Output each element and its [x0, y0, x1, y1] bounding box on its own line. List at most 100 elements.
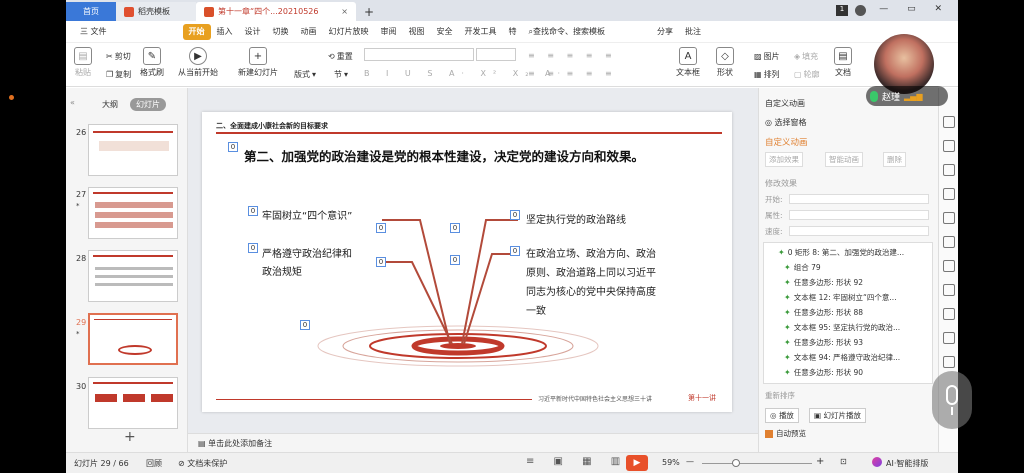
zoom-level[interactable]: 59%	[662, 458, 680, 467]
animation-item[interactable]: ✦ 任意多边形: 形状 90	[784, 367, 863, 378]
slide-thumb-27[interactable]	[88, 187, 178, 239]
smart-animation-button[interactable]: 智能动画	[825, 152, 863, 167]
window-controls[interactable]: — ▭ ✕	[879, 4, 950, 14]
cut-button[interactable]: ✂ 剪切	[106, 51, 131, 62]
point-four-consciousness[interactable]: 牢固树立“四个意识”	[262, 208, 352, 226]
zoom-in-icon[interactable]: +	[816, 456, 824, 467]
shape-tool-icon[interactable]	[943, 164, 955, 176]
tab-template[interactable]: 稻壳模板	[116, 2, 196, 21]
protect-status[interactable]: ⊘ 文档未保护	[178, 458, 227, 469]
paragraph-buttons[interactable]: ≡ ≡ ≡ ≡ ≡	[528, 51, 617, 60]
doc-assist-button[interactable]: ▤ 文档	[834, 47, 852, 78]
fill-button[interactable]: ◈ 填充	[794, 51, 818, 62]
menu-view[interactable]: 视图	[403, 24, 431, 40]
share-tool-icon[interactable]	[943, 308, 955, 320]
slide-thumb-29[interactable]	[88, 313, 178, 365]
zoom-handle[interactable]	[732, 459, 740, 467]
animation-item[interactable]: ✦ 任意多边形: 形状 88	[784, 307, 863, 318]
add-slide-button[interactable]: +	[124, 429, 136, 445]
tab-home[interactable]: 首页	[66, 2, 116, 21]
user-avatar-icon[interactable]	[855, 5, 866, 16]
tab-outline[interactable]: 大纲	[96, 98, 124, 111]
start-select[interactable]	[789, 194, 929, 204]
menu-special[interactable]: 特	[503, 24, 523, 40]
point-consistency-4[interactable]: 一致	[526, 303, 546, 321]
menu-design[interactable]: 设计	[239, 24, 267, 40]
doc-tool-icon[interactable]	[943, 260, 955, 272]
animation-item[interactable]: ✦ 组合 79	[784, 262, 821, 273]
autopreview-checkbox[interactable]: 自动预览	[765, 428, 806, 439]
table-tool-icon[interactable]	[943, 212, 955, 224]
align-buttons[interactable]: ≡ ≡ ≡ ≡ ≡	[528, 69, 617, 78]
animation-item[interactable]: ✦ 文本框 95: 坚定执行党的政治...	[784, 322, 900, 333]
slide-thumb-26[interactable]	[88, 124, 178, 176]
ai-layout-button[interactable]: AI·智能排版	[886, 458, 928, 469]
window-count-icon[interactable]: 1	[836, 5, 848, 16]
tab-slides[interactable]: 幻灯片	[130, 98, 166, 111]
animation-item[interactable]: ✦ 文本框 12: 牢固树立“四个意...	[784, 292, 897, 303]
animation-item[interactable]: ✦ 任意多边形: 形状 93	[784, 337, 863, 348]
select-pane-link[interactable]: ◎ 选择窗格	[765, 117, 807, 128]
slideshow-play-button[interactable]: ▶	[626, 455, 648, 471]
animation-item[interactable]: ✦ 文本框 94: 严格遵守政治纪律...	[784, 352, 900, 363]
speed-select[interactable]	[789, 226, 929, 236]
reset-button[interactable]: ⟲ 重置	[328, 51, 353, 62]
menu-transition[interactable]: 切换	[267, 24, 295, 40]
point-discipline-2[interactable]: 政治规矩	[262, 264, 302, 282]
point-consistency-1[interactable]: 在政治立场、政治方向、政治	[526, 246, 656, 264]
paste-button[interactable]: ▤ 粘贴	[74, 47, 92, 78]
property-select[interactable]	[789, 210, 929, 220]
layout-button[interactable]: 版式 ▾	[294, 69, 316, 80]
font-family-select[interactable]	[364, 48, 474, 61]
section-button[interactable]: 节 ▾	[334, 69, 348, 80]
textbox-button[interactable]: A 文本框	[676, 47, 700, 78]
slide-thumb-28[interactable]	[88, 250, 178, 302]
menu-home[interactable]: 开始	[182, 23, 211, 40]
arrange-button[interactable]: ▦ 排列	[754, 69, 780, 80]
outline-button[interactable]: ▢ 轮廓	[794, 69, 820, 80]
triangle-tool-icon[interactable]	[943, 188, 955, 200]
search-box[interactable]: ⌕ 查找命令、搜索模板	[523, 24, 611, 40]
menu-file[interactable]: 三 文件	[74, 24, 113, 40]
play-button[interactable]: ◎ 播放	[765, 408, 799, 423]
save-tool-icon[interactable]	[943, 284, 955, 296]
slide-canvas[interactable]: 二、全面建成小康社会新的目标要求 0 第二、加强党的政治建设是党的根本性建设，决…	[202, 112, 732, 412]
chart-tool-icon[interactable]	[943, 236, 955, 248]
mic-button[interactable]	[932, 371, 972, 429]
book-tool-icon[interactable]	[943, 332, 955, 344]
notes-pane[interactable]: ▤ 单击此处添加备注	[188, 433, 758, 452]
menu-insert[interactable]: 插入	[211, 24, 239, 40]
format-painter-button[interactable]: ✎ 格式刷	[140, 47, 164, 78]
new-tab-button[interactable]: +	[356, 2, 382, 21]
share-button[interactable]: 分享	[651, 24, 679, 40]
animation-item[interactable]: ✦ 0 矩形 8: 第二、加强党的政治建...	[778, 247, 904, 258]
new-slide-button[interactable]: + 新建幻灯片	[238, 47, 278, 78]
menu-security[interactable]: 安全	[431, 24, 459, 40]
copy-tool-icon[interactable]	[943, 140, 955, 152]
annotate-button[interactable]: 批注	[679, 24, 707, 40]
panel-tool-icon[interactable]	[943, 356, 955, 368]
animation-item[interactable]: ✦ 任意多边形: 形状 92	[784, 277, 863, 288]
delete-button[interactable]: 删除	[883, 152, 906, 167]
point-consistency-3[interactable]: 同志为核心的党中央保持高度	[526, 284, 656, 302]
point-discipline-1[interactable]: 严格遵守政治纪律和	[262, 246, 352, 264]
point-political-line[interactable]: 坚定执行党的政治路线	[526, 212, 626, 230]
shape-button[interactable]: ◇ 形状	[716, 47, 734, 78]
menu-developer[interactable]: 开发工具	[459, 24, 503, 40]
menu-animation[interactable]: 动画	[295, 24, 323, 40]
menu-review[interactable]: 审阅	[375, 24, 403, 40]
animation-list[interactable]: ✦ 0 矩形 8: 第二、加强党的政治建... ✦ 组合 79 ✦ 任意多边形: 形状…	[763, 242, 933, 384]
zoom-out-icon[interactable]: —	[686, 457, 694, 466]
star-tool-icon[interactable]	[943, 116, 955, 128]
from-start-button[interactable]: ▶ 从当前开始	[178, 47, 218, 78]
fit-icon[interactable]: ⊡	[840, 457, 847, 466]
add-effect-button[interactable]: 添加效果	[765, 152, 803, 167]
point-consistency-2[interactable]: 原则、政治道路上同以习近平	[526, 265, 656, 283]
collapse-icon[interactable]: «	[70, 98, 75, 107]
menu-slideshow[interactable]: 幻灯片放映	[323, 24, 375, 40]
copy-button[interactable]: ❐ 复制	[106, 69, 131, 80]
font-size-select[interactable]	[476, 48, 516, 61]
zoom-slider[interactable]	[702, 463, 812, 464]
slide-thumb-30[interactable]	[88, 377, 178, 429]
slideshow-button[interactable]: ▣ 幻灯片播放	[809, 408, 866, 423]
